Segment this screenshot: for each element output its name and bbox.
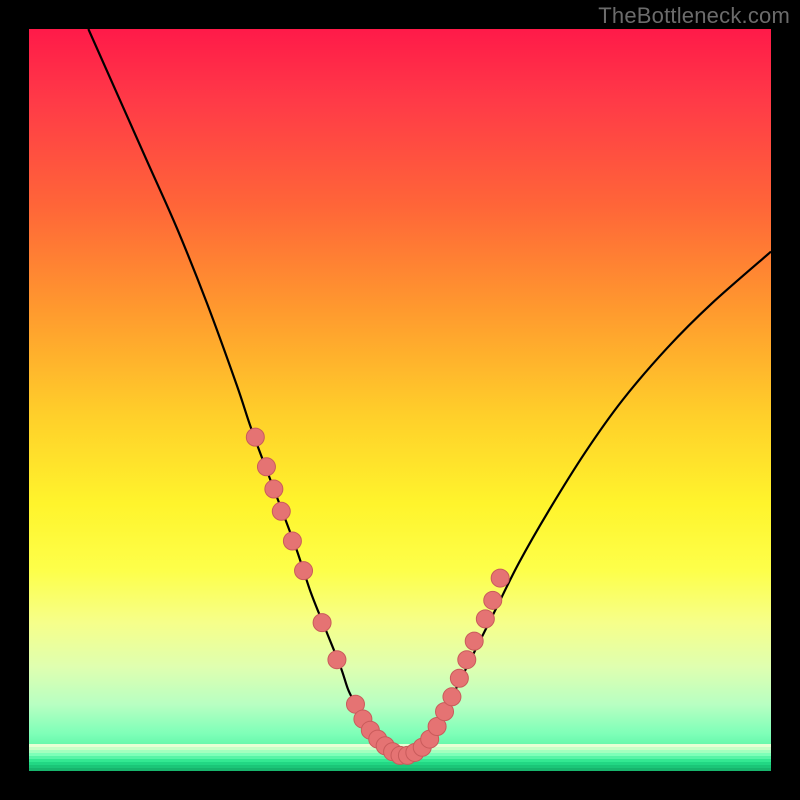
watermark-text: TheBottleneck.com: [598, 3, 790, 29]
marker-dot: [491, 569, 509, 587]
bottleneck-curve: [88, 29, 771, 756]
marker-dot: [265, 480, 283, 498]
marker-dot: [443, 688, 461, 706]
marker-dot: [313, 614, 331, 632]
marker-dot: [476, 610, 494, 628]
marker-dot: [272, 502, 290, 520]
plot-svg: [29, 29, 771, 771]
marker-dot: [465, 632, 483, 650]
marker-group: [246, 428, 509, 764]
marker-dot: [257, 458, 275, 476]
marker-dot: [450, 669, 468, 687]
marker-dot: [295, 562, 313, 580]
marker-dot: [458, 651, 476, 669]
marker-dot: [484, 591, 502, 609]
marker-dot: [328, 651, 346, 669]
marker-dot: [283, 532, 301, 550]
marker-dot: [246, 428, 264, 446]
chart-frame: [29, 29, 771, 771]
